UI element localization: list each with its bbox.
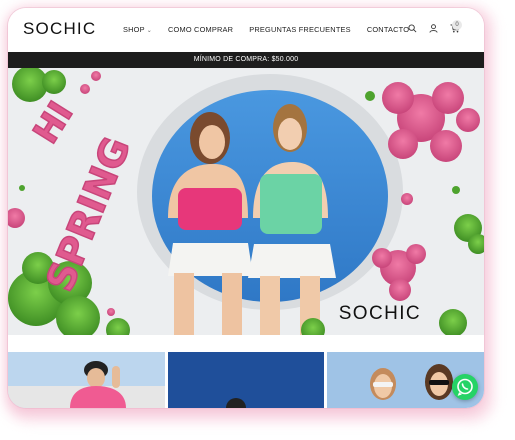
product-grid <box>8 352 484 408</box>
site-header: SOCHIC SHOP ⌄ COMO COMPRAR PREGUNTAS FREC… <box>8 8 484 52</box>
announcement-bar: MÍNIMO DE COMPRA: $50.000 <box>8 52 484 68</box>
chevron-down-icon: ⌄ <box>146 28 152 34</box>
main-nav: SHOP ⌄ COMO COMPRAR PREGUNTAS FRECUENTES … <box>123 25 409 34</box>
nav-shop-label: SHOP <box>123 25 145 34</box>
hero-banner[interactable]: HI SPRING SOCHIC <box>8 68 484 335</box>
nav-preguntas-frecuentes[interactable]: PREGUNTAS FRECUENTES <box>249 25 351 34</box>
nav-shop[interactable]: SHOP ⌄ <box>123 25 152 34</box>
logo[interactable]: SOCHIC <box>23 19 96 39</box>
product-card-2[interactable] <box>167 352 325 408</box>
nav-contacto[interactable]: CONTACTO <box>367 25 409 34</box>
browser-frame: SOCHIC SHOP ⌄ COMO COMPRAR PREGUNTAS FREC… <box>8 8 484 408</box>
whatsapp-icon <box>457 378 473 396</box>
whatsapp-button[interactable] <box>452 374 478 400</box>
hero-illustration: HI SPRING <box>8 68 484 335</box>
cart-count-badge: 0 <box>452 20 462 30</box>
user-icon[interactable] <box>429 24 438 33</box>
product-card-1[interactable] <box>8 352 165 408</box>
nav-como-comprar[interactable]: COMO COMPRAR <box>168 25 233 34</box>
hero-brand-overlay: SOCHIC <box>338 303 421 324</box>
search-icon[interactable] <box>408 24 417 33</box>
